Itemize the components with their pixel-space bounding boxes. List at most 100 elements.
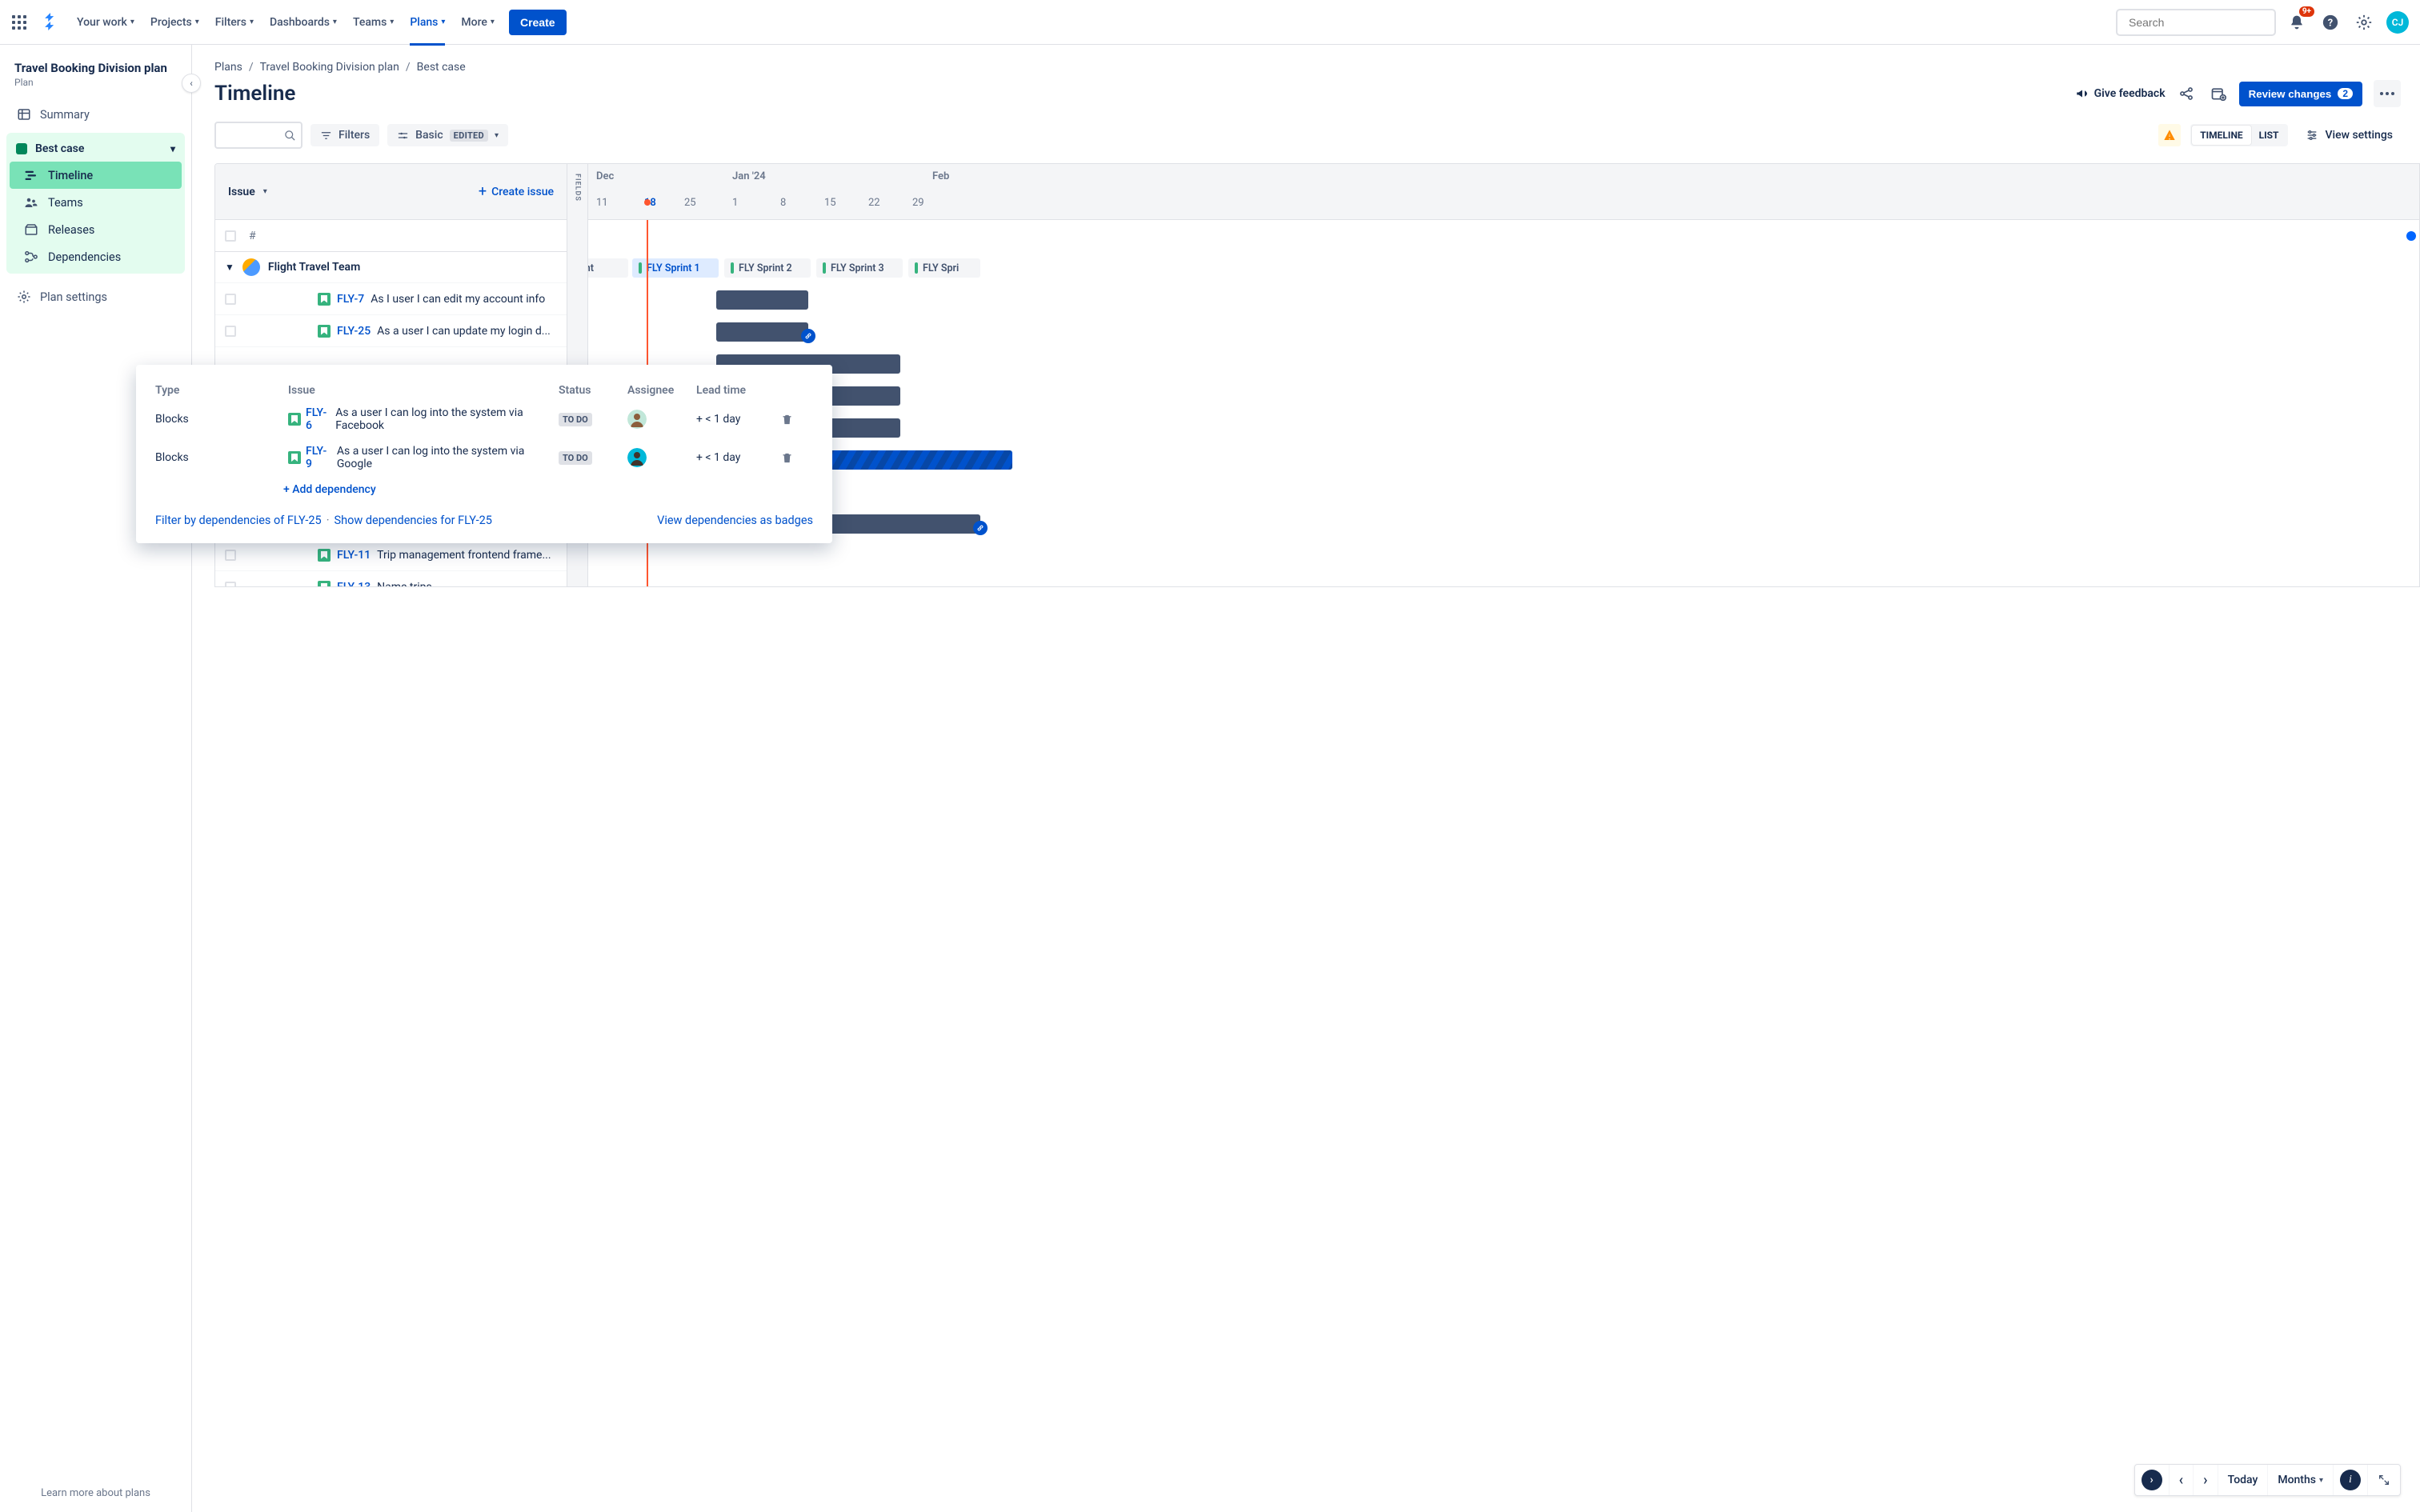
nav-teams[interactable]: Teams▾ <box>347 11 400 34</box>
issue-row[interactable]: FLY-25 As a user I can update my login d… <box>215 315 567 347</box>
team-row[interactable]: ▼ Flight Travel Team <box>215 251 567 283</box>
dep-type: Blocks <box>155 406 283 432</box>
warning-icon[interactable] <box>2158 124 2181 146</box>
sidebar-footer-link[interactable]: Learn more about plans <box>0 1487 191 1499</box>
issue-key[interactable]: FLY-11 <box>337 549 371 562</box>
zoom-select[interactable]: Months▾ <box>2268 1465 2334 1495</box>
scenario-group: Best case ▾ Timeline Teams Releases Depe… <box>6 133 185 274</box>
fullscreen-button[interactable] <box>2368 1465 2400 1495</box>
search-field[interactable] <box>2129 16 2274 29</box>
create-issue-button[interactable]: + Create issue <box>479 183 554 200</box>
issue-key[interactable]: FLY-13 <box>337 581 371 588</box>
story-icon <box>288 451 301 464</box>
checkbox[interactable] <box>225 326 236 337</box>
app-switcher-icon[interactable] <box>10 13 29 32</box>
checkbox[interactable] <box>225 294 236 305</box>
day-label: 25 <box>684 197 696 209</box>
basic-filter-button[interactable]: Basic EDITED ▾ <box>387 124 508 146</box>
give-feedback-button[interactable]: Give feedback <box>2075 86 2166 101</box>
scroll-next-button[interactable]: › <box>2194 1465 2218 1495</box>
checkbox[interactable] <box>225 582 236 588</box>
view-list-tab[interactable]: LIST <box>2251 126 2287 145</box>
breadcrumb-scenario[interactable]: Best case <box>417 61 466 74</box>
scroll-prev-button[interactable]: ‹ <box>2170 1465 2194 1495</box>
view-settings-button[interactable]: View settings <box>2298 124 2401 146</box>
scroll-start-button[interactable]: › <box>2135 1465 2170 1495</box>
sprint-pill[interactable]: FLY Spri <box>908 258 980 278</box>
sidebar-summary[interactable]: Summary <box>6 101 185 128</box>
chevron-down-icon[interactable]: ▾ <box>263 187 267 196</box>
checkbox[interactable] <box>225 550 236 561</box>
more-actions-button[interactable] <box>2374 80 2401 107</box>
dep-issue[interactable]: FLY-6 As a user I can log into the syste… <box>288 400 554 438</box>
nav-more[interactable]: More▾ <box>455 11 501 34</box>
issue-bar[interactable] <box>716 290 808 310</box>
nav-plans[interactable]: Plans▾ <box>403 11 451 34</box>
blue-marker <box>2406 231 2416 241</box>
summary-icon <box>16 107 32 122</box>
sprint-pill[interactable]: FLY Sprint 2 <box>724 258 811 278</box>
popup-header-lead: Lead time <box>696 381 776 400</box>
issue-bar[interactable] <box>716 322 808 342</box>
checkbox[interactable] <box>225 230 236 242</box>
issue-bar[interactable] <box>812 450 1012 470</box>
sidebar-timeline[interactable]: Timeline <box>10 162 182 189</box>
dep-issue[interactable]: FLY-9 As a user I can log into the syste… <box>288 438 554 477</box>
nav-filters[interactable]: Filters▾ <box>209 11 260 34</box>
epic-placeholder-row: # <box>215 220 567 252</box>
dependency-link-icon[interactable] <box>801 329 815 343</box>
issue-key[interactable]: FLY-25 <box>337 325 371 338</box>
issue-row[interactable]: FLY-13 Name trips <box>215 571 567 587</box>
filters-button[interactable]: Filters <box>311 124 379 146</box>
breadcrumb-plans[interactable]: Plans <box>214 61 242 74</box>
review-count-badge: 2 <box>2338 88 2353 99</box>
issue-summary: Name trips <box>377 581 432 588</box>
create-button[interactable]: Create <box>509 10 567 35</box>
profile-avatar[interactable]: CJ <box>2385 10 2410 35</box>
show-deps-link[interactable]: Show dependencies for FLY-25 <box>334 514 491 527</box>
delete-dependency-button[interactable] <box>781 407 813 432</box>
settings-icon[interactable] <box>2351 10 2377 35</box>
view-deps-badges-link[interactable]: View dependencies as badges <box>657 514 813 527</box>
sidebar-dependencies[interactable]: Dependencies <box>10 243 182 270</box>
today-button[interactable]: Today <box>2218 1465 2269 1495</box>
sprint-pill[interactable]: rint <box>588 258 628 278</box>
sprint-pill[interactable]: FLY Sprint 1 <box>632 258 719 278</box>
main-content: Plans / Travel Booking Division plan / B… <box>192 45 2420 1512</box>
issue-key[interactable]: FLY-7 <box>337 293 364 306</box>
nav-dashboards[interactable]: Dashboards▾ <box>263 11 343 34</box>
filter-by-deps-link[interactable]: Filter by dependencies of FLY-25 <box>155 514 322 527</box>
search-input[interactable] <box>2116 9 2276 36</box>
calendar-export-icon[interactable] <box>2207 82 2230 105</box>
timeline-search[interactable] <box>214 122 302 149</box>
scenario-selector[interactable]: Best case ▾ <box>6 136 185 162</box>
scenario-color-icon <box>16 143 27 154</box>
dep-type: Blocks <box>155 445 283 470</box>
nav-projects[interactable]: Projects▾ <box>144 11 206 34</box>
issue-bar[interactable] <box>820 514 980 534</box>
sprint-bar-icon <box>915 262 918 274</box>
share-icon[interactable] <box>2175 82 2198 105</box>
sidebar-plan-settings[interactable]: Plan settings <box>6 283 185 310</box>
sidebar-teams[interactable]: Teams <box>10 189 182 216</box>
issue-row[interactable]: FLY-11 Trip management frontend frame... <box>215 539 567 571</box>
issue-row[interactable]: FLY-7 As I user I can edit my account in… <box>215 283 567 315</box>
help-icon[interactable]: ? <box>2318 10 2343 35</box>
nav-your-work[interactable]: Your work▾ <box>70 11 141 34</box>
sidebar-releases[interactable]: Releases <box>10 216 182 243</box>
issue-column-header[interactable]: Issue <box>228 186 255 198</box>
jira-logo-icon[interactable] <box>42 13 61 32</box>
dependency-link-icon[interactable] <box>973 521 988 535</box>
review-changes-button[interactable]: Review changes 2 <box>2239 82 2362 106</box>
breadcrumb-plan-name[interactable]: Travel Booking Division plan <box>260 61 399 74</box>
dep-assignee[interactable] <box>627 403 691 435</box>
info-button[interactable]: i <box>2334 1465 2368 1495</box>
delete-dependency-button[interactable] <box>781 446 813 470</box>
notifications-icon[interactable]: 9+ <box>2284 10 2310 35</box>
add-dependency-button[interactable]: + Add dependency <box>283 483 813 496</box>
dep-assignee[interactable] <box>627 442 691 474</box>
search-icon <box>284 130 296 142</box>
sprint-pill[interactable]: FLY Sprint 3 <box>816 258 903 278</box>
day-label: 15 <box>824 197 836 209</box>
view-timeline-tab[interactable]: TIMELINE <box>2192 126 2250 145</box>
